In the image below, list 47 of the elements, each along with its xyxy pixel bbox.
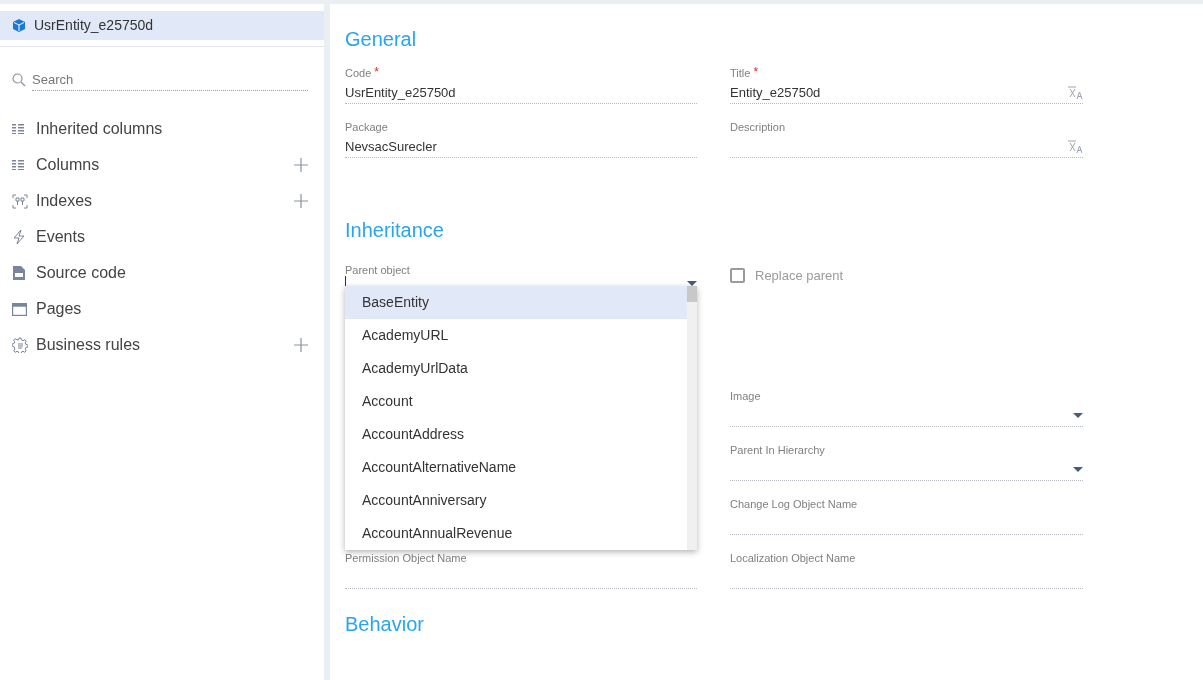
field-label: Image [730, 389, 761, 403]
field-label: Permission Object Name [345, 551, 467, 565]
dropdown-caret-icon[interactable] [1073, 467, 1083, 472]
add-icon[interactable] [294, 158, 308, 172]
required-mark: * [753, 66, 759, 78]
nav-item[interactable]: Inherited columns [36, 117, 308, 141]
field-label: Package [345, 120, 388, 134]
required-mark: * [374, 66, 379, 78]
input-field[interactable]: NevsacSurecler [345, 136, 697, 158]
section-heading: General [345, 27, 417, 52]
lightning-icon [12, 229, 26, 245]
dropdown-option[interactable]: AccountAnnualRevenue [345, 517, 687, 550]
translate-icon[interactable] [1067, 139, 1083, 154]
add-icon[interactable] [294, 194, 308, 208]
nav-item[interactable]: Pages [36, 297, 308, 321]
input-field[interactable]: Entity_e25750d [730, 82, 1083, 104]
field-label: Title [730, 66, 751, 80]
field-label: Localization Object Name [730, 551, 856, 565]
nav-item[interactable]: Source code [36, 261, 308, 285]
nav-item[interactable]: Indexes [36, 189, 294, 213]
translate-icon[interactable] [1067, 85, 1083, 100]
field-label: Parent In Hierarchy [730, 443, 825, 457]
list-icon [12, 124, 24, 134]
nav-item[interactable]: Events [36, 225, 308, 249]
field-label: Code [345, 66, 372, 80]
search-field[interactable]: Search [32, 68, 308, 91]
checkbox-label: Replace parent [755, 268, 844, 283]
section-heading: Behavior [345, 612, 424, 637]
nav-item[interactable]: Columns [36, 153, 294, 177]
list-icon [12, 160, 24, 170]
window-icon [12, 302, 27, 316]
field-label: Parent object [345, 264, 410, 276]
index-icon [12, 193, 28, 209]
dropdown-option[interactable]: BaseEntity [345, 286, 687, 319]
search-icon [12, 72, 26, 87]
dropdown-caret-icon[interactable] [1073, 413, 1083, 418]
section-heading: Inheritance [345, 218, 444, 243]
field-label: Change Log Object Name [730, 497, 858, 511]
code-file-icon [12, 265, 26, 281]
add-icon[interactable] [294, 338, 308, 352]
nav-item[interactable]: Business rules [36, 333, 294, 357]
cube-icon [13, 19, 25, 32]
entity-item[interactable]: UsrEntity_e25750d [0, 11, 324, 40]
gear-icon [12, 337, 28, 353]
field-label: Description [730, 120, 786, 134]
input-field[interactable]: UsrEntity_e25750d [345, 82, 697, 104]
scrollbar[interactable] [687, 286, 697, 550]
